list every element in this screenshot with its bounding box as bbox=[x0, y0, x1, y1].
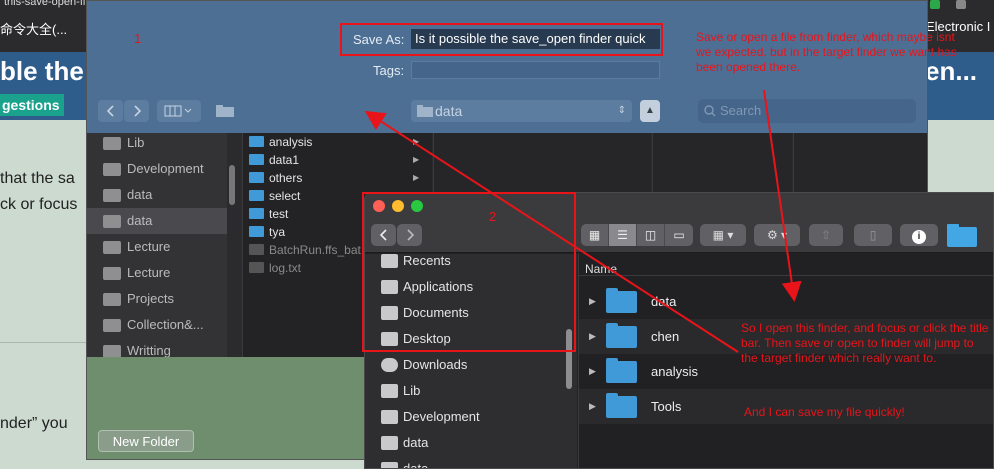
arrow-to-save-dialog bbox=[364, 110, 739, 353]
annotation-arrows bbox=[364, 89, 802, 353]
arrow-to-finder bbox=[763, 89, 802, 302]
